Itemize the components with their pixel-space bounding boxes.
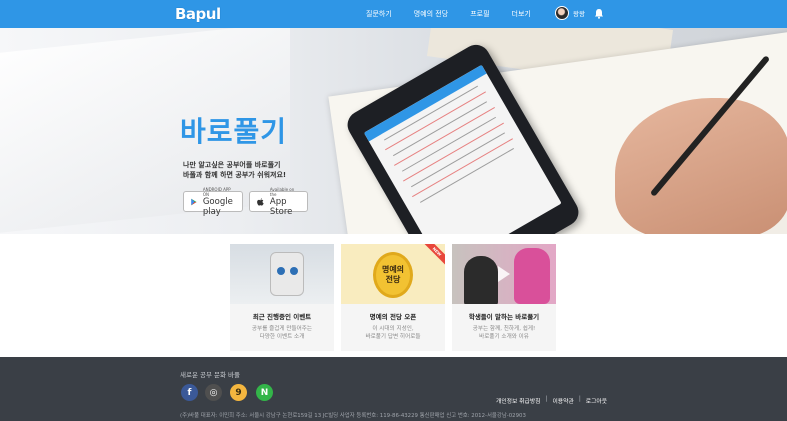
hall-of-fame-card-image: 명예의 전당 NEW xyxy=(341,244,445,304)
app-store-small-text: Available on the xyxy=(269,186,295,197)
google-play-icon xyxy=(191,198,197,205)
card-title: 최근 진행중인 이벤트 xyxy=(252,313,312,321)
card-title: 명예의 전당 오픈 xyxy=(369,313,417,321)
link-separator: | xyxy=(545,396,548,402)
company-info: (주)바풀 대표자: 이민희 주소: 서울시 강남구 논현로159길 13 JC… xyxy=(180,413,526,419)
card-title: 학생들이 말하는 바로풀기 xyxy=(468,313,540,321)
privacy-policy-link[interactable]: 개인정보 취급방침 xyxy=(496,396,541,405)
terms-link[interactable]: 이용약관 xyxy=(552,396,573,405)
bell-icon[interactable] xyxy=(594,8,604,19)
google-play-small-text: ANDROID APP ON xyxy=(202,186,231,197)
medal-text-1: 명예의 xyxy=(381,265,405,274)
user-name[interactable]: 왕왕 xyxy=(573,8,585,18)
card-desc-line2: 바로풀기 답변 히어로들 xyxy=(365,334,421,340)
hero-banner: 바로풀기 나만 알고싶은 공부어플 바로풀기 바풀과 함께 하면 공부가 쉬워져… xyxy=(0,28,787,234)
facebook-icon[interactable]: f xyxy=(181,384,198,401)
hero-subtitle: 나만 알고싶은 공부어플 바로풀기 바풀과 함께 하면 공부가 쉬워져요! xyxy=(183,160,286,180)
footer-links: 개인정보 취급방침 | 이용약관 | 로그아웃 xyxy=(496,396,607,405)
user-menu[interactable]: 왕왕 xyxy=(555,6,585,20)
hero-subtitle-line2: 바풀과 함께 하면 공부가 쉬워져요! xyxy=(183,171,287,179)
hall-of-fame-medal: 명예의 전당 xyxy=(373,252,413,298)
card-desc-line1: 이 시대의 지성인, xyxy=(372,326,414,332)
footer-tagline: 새로운 공부 문화 바풀 xyxy=(180,371,241,379)
card-desc-line2: 다양한 이벤트 소개 xyxy=(259,334,305,340)
main-nav: 질문하기 명예의 전당 프로필 더보기 xyxy=(366,0,553,28)
apple-icon xyxy=(257,197,264,206)
app-store-label: App Store xyxy=(269,196,293,217)
hero-title: 바로풀기 xyxy=(180,115,288,148)
robot-image xyxy=(270,252,304,296)
avatar[interactable] xyxy=(555,6,569,20)
kakao-story-icon[interactable]: 9 xyxy=(230,384,247,401)
rabbit-plush-image xyxy=(514,248,550,304)
student-image xyxy=(464,256,498,304)
instagram-icon[interactable]: ◎ xyxy=(205,384,222,401)
card-desc-line1: 공부를 즐겁게 만들어주는 xyxy=(251,326,313,332)
top-navigation-bar: Bapul 질문하기 명예의 전당 프로필 더보기 왕왕 xyxy=(0,0,787,28)
naver-icon[interactable]: N xyxy=(256,384,273,401)
bapul-logo[interactable]: Bapul xyxy=(175,5,221,23)
student-stories-card-image xyxy=(452,244,556,304)
card-student-stories[interactable]: 학생들이 말하는 바로풀기 공부는 함께, 친하게, 쉽게! 바로풀기 소개와 … xyxy=(452,244,556,351)
feature-cards: 최근 진행중인 이벤트 공부를 즐겁게 만들어주는 다양한 이벤트 소개 명예의… xyxy=(230,244,560,351)
link-separator: | xyxy=(578,396,581,402)
google-play-label: Google play xyxy=(202,196,233,217)
card-desc-line1: 공부는 함께, 친하게, 쉽게! xyxy=(472,326,536,332)
app-store-button[interactable]: Available on the App Store xyxy=(249,187,308,217)
footer: 새로운 공부 문화 바풀 f ◎ 9 N 개인정보 취급방침 | 이용약관 | … xyxy=(0,357,787,421)
card-desc-line2: 바로풀기 소개와 이유 xyxy=(479,334,529,340)
card-description: 공부는 함께, 친하게, 쉽게! 바로풀기 소개와 이유 xyxy=(452,325,556,341)
card-event[interactable]: 최근 진행중인 이벤트 공부를 즐겁게 만들어주는 다양한 이벤트 소개 xyxy=(230,244,334,351)
nav-more[interactable]: 더보기 xyxy=(512,9,531,19)
nav-hall-of-fame[interactable]: 명예의 전당 xyxy=(414,9,448,19)
logout-link[interactable]: 로그아웃 xyxy=(586,396,607,405)
nav-ask-question[interactable]: 질문하기 xyxy=(366,9,392,19)
medal-text-2: 전당 xyxy=(385,275,401,284)
google-play-button[interactable]: ANDROID APP ON Google play xyxy=(183,187,243,217)
play-icon[interactable] xyxy=(498,266,510,282)
new-badge: NEW xyxy=(423,244,445,266)
hero-subtitle-line1: 나만 알고싶은 공부어플 바로풀기 xyxy=(183,161,281,169)
card-description: 이 시대의 지성인, 바로풀기 답변 히어로들 xyxy=(341,325,445,341)
card-hall-of-fame[interactable]: 명예의 전당 NEW 명예의 전당 오픈 이 시대의 지성인, 바로풀기 답변 … xyxy=(341,244,445,351)
event-card-image xyxy=(230,244,334,304)
nav-profile[interactable]: 프로필 xyxy=(470,9,489,19)
card-description: 공부를 즐겁게 만들어주는 다양한 이벤트 소개 xyxy=(230,325,334,341)
new-badge-label: NEW xyxy=(423,244,445,266)
